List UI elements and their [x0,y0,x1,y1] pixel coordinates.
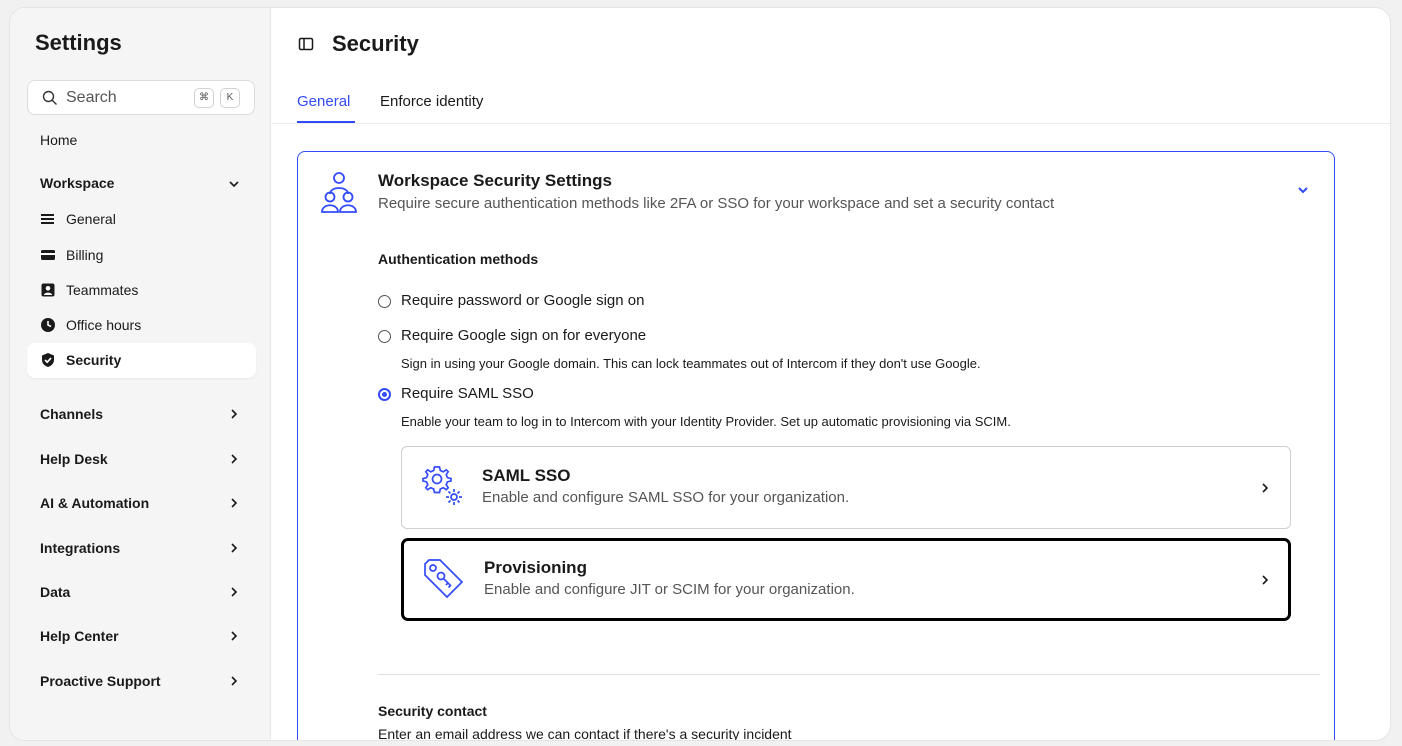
card-title: Workspace Security Settings [378,171,612,190]
search-placeholder: Search [66,89,117,106]
sidebar-item-ai-automation[interactable]: AI & Automation [40,495,149,511]
sidebar: Settings Search ⌘ K Home Workspace Gener… [10,8,271,740]
active-tab-indicator [297,121,355,123]
sidebar-item-label: Billing [66,247,104,263]
sidebar-item-help-center[interactable]: Help Center [40,628,119,644]
saml-sso-link-card[interactable]: SAML SSO Enable and configure SAML SSO f… [401,446,1291,529]
option-description: Enable your team to log in to Intercom w… [401,414,1011,429]
tab-bar: General Enforce identity [272,88,1390,124]
sidebar-item-label: General [66,211,116,227]
chevron-down-icon[interactable] [1296,185,1310,195]
radio-saml-sso[interactable] [378,388,391,401]
workspace-security-card: Workspace Security Settings Require secu… [297,151,1335,741]
gears-icon [422,466,462,505]
chevron-right-icon [231,631,238,641]
divider [378,674,1320,675]
clock-icon [41,318,55,332]
option-label: Require password or Google sign on [401,292,645,309]
tab-enforce-identity[interactable]: Enforce identity [380,93,483,110]
option-description: Sign in using your Google domain. This c… [401,356,981,371]
menu-lines-icon [41,214,54,224]
sidebar-item-label: Teammates [66,282,139,298]
tab-general[interactable]: General [297,93,350,110]
shield-check-icon [42,353,54,367]
chevron-right-icon [231,454,238,464]
option-label: Require Google sign on for everyone [401,327,647,344]
link-card-subtitle: Enable and configure SAML SSO for your o… [482,489,850,506]
sidebar-panel-icon[interactable] [298,36,314,52]
chevron-right-icon [1262,483,1269,493]
sidebar-item-label: Office hours [66,317,142,333]
chevron-right-icon [231,498,238,508]
page-title: Security [332,31,419,56]
link-card-title: SAML SSO [482,466,571,485]
sidebar-item-proactive-support[interactable]: Proactive Support [40,673,161,689]
radio-password-google[interactable] [378,295,391,308]
security-contact-title: Security contact [378,703,487,719]
chevron-right-icon [231,409,238,419]
chevron-right-icon [231,587,238,597]
sidebar-item-security[interactable]: Security [27,343,256,378]
credit-card-icon [41,250,55,260]
main-content: Security General Enforce identity Worksp… [272,8,1390,740]
sidebar-item-label: Security [66,352,122,368]
chevron-right-icon [1262,575,1269,585]
link-card-subtitle: Enable and configure JIT or SCIM for you… [484,581,855,598]
people-group-icon [321,172,357,213]
sidebar-item-workspace[interactable]: Workspace [40,175,114,191]
sidebar-item-home[interactable]: Home [40,132,77,148]
provisioning-link-card[interactable]: Provisioning Enable and configure JIT or… [401,538,1291,621]
security-contact-description: Enter an email address we can contact if… [378,726,792,741]
option-label: Require SAML SSO [401,385,534,402]
chevron-right-icon [231,676,238,686]
sidebar-item-help-desk[interactable]: Help Desk [40,451,108,467]
radio-google-sign-on[interactable] [378,330,391,343]
search-icon [42,90,57,105]
tag-key-icon [424,559,464,599]
chevron-down-icon[interactable] [228,178,240,190]
sidebar-item-integrations[interactable]: Integrations [40,540,120,556]
sidebar-item-data[interactable]: Data [40,584,70,600]
card-subtitle: Require secure authentication methods li… [378,195,1055,212]
sidebar-title: Settings [35,30,122,55]
person-card-icon [41,283,55,297]
shortcut-k-key: K [220,88,240,108]
shortcut-cmd-key: ⌘ [194,88,214,108]
auth-methods-title: Authentication methods [378,251,539,267]
search-input[interactable]: Search ⌘ K [27,80,255,115]
settings-window: Settings Search ⌘ K Home Workspace Gener… [9,7,1391,741]
chevron-right-icon [231,543,238,553]
link-card-title: Provisioning [484,558,587,577]
sidebar-item-channels[interactable]: Channels [40,406,103,422]
